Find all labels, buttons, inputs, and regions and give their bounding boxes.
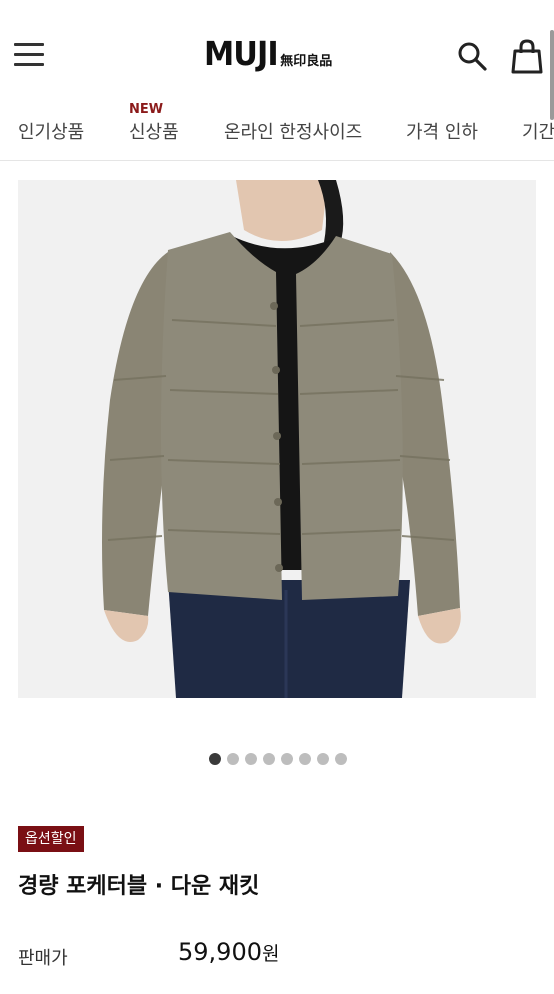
- hamburger-menu-icon[interactable]: [14, 40, 46, 70]
- nav-item-price-down[interactable]: 가격 인하: [406, 118, 478, 144]
- carousel-dot[interactable]: [281, 753, 293, 765]
- app-header: MUJI 無印良品: [0, 0, 554, 120]
- logo-kanji: 無印良品: [280, 54, 333, 69]
- shopping-bag-icon[interactable]: [511, 38, 543, 74]
- carousel-dot[interactable]: [299, 753, 311, 765]
- nav-item-limited[interactable]: 기간: [522, 118, 554, 144]
- carousel-dot[interactable]: [335, 753, 347, 765]
- category-nav: NEW 인기상품 신상품 온라인 한정사이즈 가격 인하 기간: [0, 100, 554, 161]
- nav-item-online-sizes[interactable]: 온라인 한정사이즈: [224, 118, 362, 144]
- carousel-dot[interactable]: [245, 753, 257, 765]
- option-discount-badge: 옵션할인: [18, 826, 84, 852]
- product-image[interactable]: [18, 180, 536, 698]
- carousel-dot[interactable]: [227, 753, 239, 765]
- carousel-dot[interactable]: [317, 753, 329, 765]
- logo-wordmark: MUJI: [204, 34, 279, 73]
- muji-logo[interactable]: MUJI 無印良品: [204, 34, 332, 74]
- nav-item-new[interactable]: 신상품: [129, 118, 179, 144]
- product-title: 경량 포케터블 · 다운 재킷: [18, 874, 260, 899]
- price-unit: 원: [261, 943, 280, 965]
- new-badge: NEW: [129, 102, 164, 117]
- carousel-dot[interactable]: [263, 753, 275, 765]
- carousel-dots: [0, 753, 554, 767]
- carousel-dot[interactable]: [209, 753, 221, 765]
- price-value: 59,900: [178, 938, 262, 966]
- search-icon[interactable]: [456, 40, 488, 72]
- nav-item-popular[interactable]: 인기상품: [18, 118, 84, 144]
- price-label: 판매가: [18, 948, 68, 969]
- product-price: 59,900원: [178, 938, 279, 966]
